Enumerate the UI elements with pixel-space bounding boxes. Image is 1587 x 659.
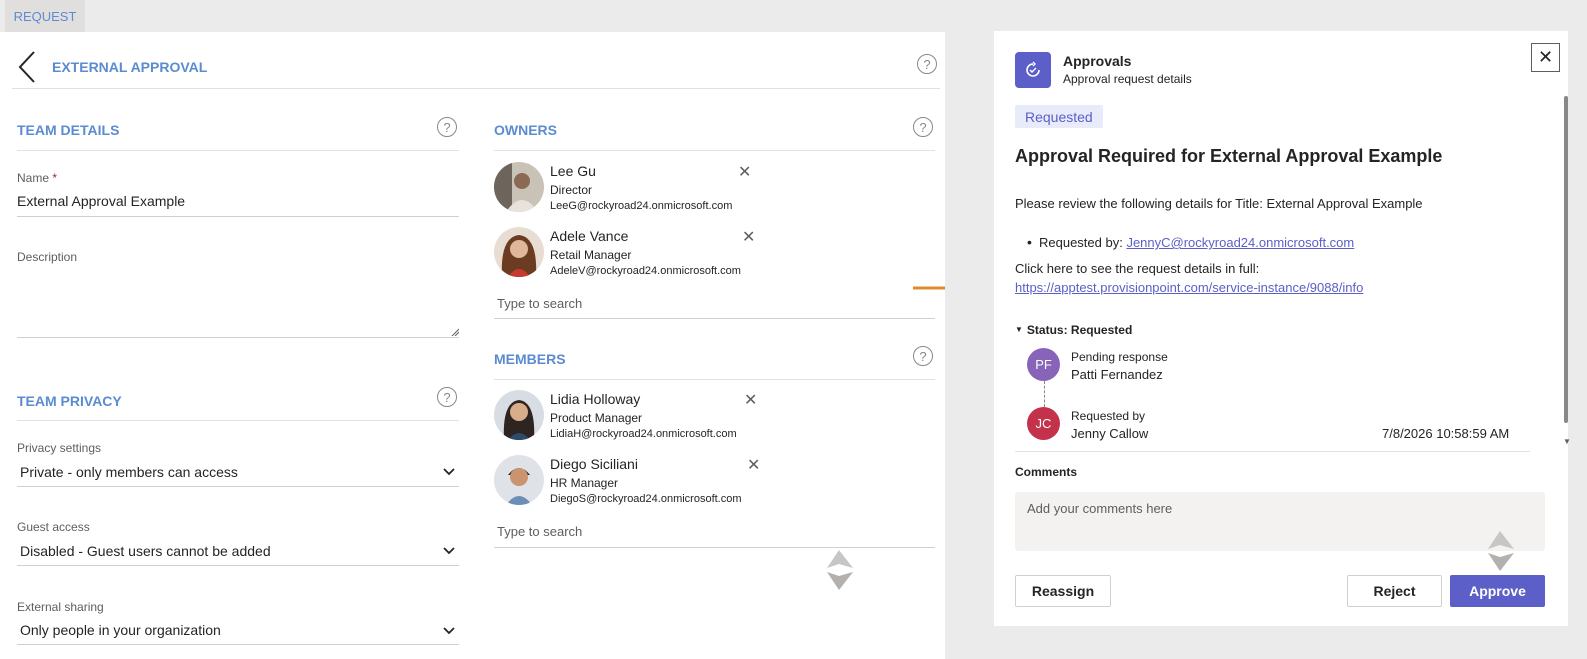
privacy-settings-select[interactable]: Private - only members can access	[20, 464, 238, 480]
avatar	[494, 455, 544, 505]
member-card: Lidia Holloway Product Manager LidiaH@ro…	[494, 390, 794, 448]
timeline-connector	[1044, 381, 1045, 407]
status-badge: Requested	[1015, 105, 1103, 128]
select-underline	[17, 486, 459, 487]
guest-access-select[interactable]: Disabled - Guest users cannot be added	[20, 543, 271, 559]
chevron-down-icon[interactable]	[443, 624, 455, 638]
back-chevron-icon[interactable]	[17, 50, 37, 89]
details-link[interactable]: https://apptest.provisionpoint.com/servi…	[1015, 280, 1363, 295]
resize-handle-icon[interactable]	[451, 328, 459, 336]
avatar-initials: PF	[1027, 348, 1060, 381]
divider	[17, 150, 459, 151]
review-text: Please review the following details for …	[1015, 196, 1423, 211]
external-sharing-select[interactable]: Only people in your organization	[20, 622, 221, 638]
avatar	[494, 162, 544, 212]
scroll-down-arrow-icon[interactable]: ▼	[1563, 437, 1571, 446]
divider	[1015, 451, 1530, 452]
step-timestamp: 7/8/2026 10:58:59 AM	[1382, 426, 1510, 441]
reassign-button[interactable]: Reassign	[1015, 575, 1111, 607]
owner-card: Lee Gu Director LeeG@rockyroad24.onmicro…	[494, 162, 794, 220]
watermark-logo-icon	[1488, 531, 1514, 571]
select-underline	[17, 644, 459, 645]
panel-scrollbar[interactable]	[1564, 96, 1568, 423]
members-heading: MEMBERS	[494, 351, 566, 367]
name-label: Name *	[17, 171, 58, 185]
name-field[interactable]: External Approval Example	[17, 193, 185, 209]
details-text: Click here to see the request details in…	[1015, 261, 1260, 276]
tab-request[interactable]: REQUEST	[5, 0, 85, 32]
request-title: Approval Required for External Approval …	[1015, 146, 1443, 166]
form-header: EXTERNAL APPROVAL ?	[12, 32, 940, 89]
step-person: Patti Fernandez	[1071, 367, 1163, 382]
person-email: AdeleV@rockyroad24.onmicrosoft.com	[550, 265, 741, 277]
help-icon[interactable]: ?	[437, 387, 457, 407]
remove-icon[interactable]: ✕	[747, 455, 760, 475]
remove-icon[interactable]: ✕	[742, 227, 755, 247]
approvals-app-icon	[1015, 52, 1051, 88]
help-icon[interactable]: ?	[913, 346, 933, 366]
avatar	[494, 227, 544, 277]
watermark-logo-icon	[827, 550, 853, 590]
step-status: Pending response	[1071, 350, 1168, 364]
person-role: HR Manager	[550, 476, 619, 490]
requested-by-line: Requested by: JennyC@rockyroad24.onmicro…	[1027, 234, 1354, 250]
person-name: Lee Gu	[550, 163, 596, 179]
app-subtitle: Approval request details	[1063, 72, 1192, 86]
owners-search-input[interactable]: Type to search	[497, 296, 582, 311]
tab-bar: REQUEST	[0, 0, 945, 32]
help-icon[interactable]: ?	[913, 117, 933, 137]
search-underline	[494, 547, 935, 548]
search-underline	[494, 318, 935, 319]
close-icon[interactable]: ✕	[1531, 43, 1560, 72]
reject-button[interactable]: Reject	[1347, 575, 1442, 607]
request-form: EXTERNAL APPROVAL ? TEAM DETAILS ? Name …	[0, 32, 945, 659]
person-name: Diego Siciliani	[550, 456, 638, 472]
comments-label: Comments	[1015, 465, 1078, 479]
page-title: EXTERNAL APPROVAL	[52, 59, 208, 75]
divider	[494, 150, 935, 151]
comments-input[interactable]: Add your comments here	[1015, 492, 1545, 551]
person-email: DiegoS@rockyroad24.onmicrosoft.com	[550, 493, 742, 505]
person-email: LidiaH@rockyroad24.onmicrosoft.com	[550, 428, 737, 440]
description-field[interactable]	[17, 272, 459, 338]
avatar	[494, 390, 544, 440]
caret-down-icon: ▼	[1015, 325, 1023, 334]
owners-heading: OWNERS	[494, 122, 557, 138]
owner-card: Adele Vance Retail Manager AdeleV@rockyr…	[494, 227, 794, 285]
remove-icon[interactable]: ✕	[738, 162, 751, 182]
divider	[17, 420, 459, 421]
step-person: Jenny Callow	[1071, 426, 1149, 441]
chevron-down-icon[interactable]	[443, 544, 455, 558]
person-role: Product Manager	[550, 411, 643, 425]
step-status: Requested by	[1071, 409, 1146, 423]
person-name: Lidia Holloway	[550, 391, 641, 407]
help-icon[interactable]: ?	[917, 54, 937, 74]
description-label: Description	[17, 250, 78, 264]
approvals-panel: Approvals Approval request details ✕ Req…	[994, 31, 1568, 626]
external-sharing-label: External sharing	[17, 600, 104, 614]
members-search-input[interactable]: Type to search	[497, 524, 582, 539]
remove-icon[interactable]: ✕	[744, 390, 757, 410]
team-details-heading: TEAM DETAILS	[17, 122, 120, 138]
person-email: LeeG@rockyroad24.onmicrosoft.com	[550, 200, 733, 212]
approve-button[interactable]: Approve	[1450, 575, 1545, 607]
person-role: Director	[550, 183, 593, 197]
privacy-settings-label: Privacy settings	[17, 441, 102, 455]
avatar-initials: JC	[1027, 407, 1060, 440]
guest-access-label: Guest access	[17, 520, 90, 534]
status-toggle[interactable]: ▼ Status: Requested	[1015, 323, 1132, 337]
help-icon[interactable]: ?	[437, 117, 457, 137]
person-name: Adele Vance	[550, 228, 629, 244]
team-privacy-heading: TEAM PRIVACY	[17, 393, 122, 409]
select-underline	[17, 565, 459, 566]
app-name: Approvals	[1063, 53, 1132, 69]
member-card: Diego Siciliani HR Manager DiegoS@rockyr…	[494, 455, 794, 513]
person-role: Retail Manager	[550, 248, 632, 262]
divider	[494, 379, 935, 380]
requester-email-link[interactable]: JennyC@rockyroad24.onmicrosoft.com	[1126, 235, 1354, 250]
name-field-underline	[17, 216, 459, 217]
chevron-down-icon[interactable]	[443, 465, 455, 479]
